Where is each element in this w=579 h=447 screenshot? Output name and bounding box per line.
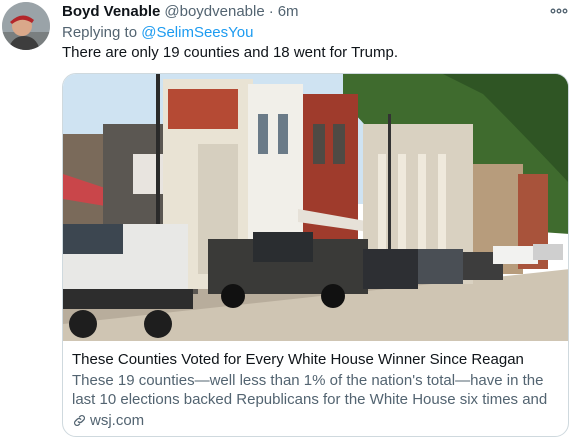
avatar[interactable] [2,2,50,50]
user-handle[interactable]: @boydvenable [164,3,264,20]
user-avatar-icon [2,2,50,50]
tweet-timestamp[interactable]: 6m [278,3,299,20]
reply-prefix: Replying to [62,24,138,41]
card-description: These 19 counties—well less than 1% of t… [72,372,548,408]
card-title[interactable]: These Counties Voted for Every White Hou… [72,350,560,369]
reply-context: Replying to @SelimSeesYou [62,24,253,41]
link-preview-card[interactable]: These Counties Voted for Every White Hou… [62,73,569,437]
card-domain-text: wsj.com [90,412,145,429]
card-body: These Counties Voted for Every White Hou… [72,350,560,430]
reply-to-link[interactable]: @SelimSeesYou [141,24,253,41]
separator-dot: · [268,3,274,20]
tweet-header: Boyd Venable @boydvenable · 6m [62,3,569,23]
card-image[interactable] [63,74,568,341]
card-domain[interactable]: wsj.com [72,411,560,430]
more-dots-icon[interactable] [549,3,569,19]
tweet-text: There are only 19 counties and 18 went f… [62,44,399,61]
display-name[interactable]: Boyd Venable [62,3,160,20]
link-icon [72,413,87,428]
